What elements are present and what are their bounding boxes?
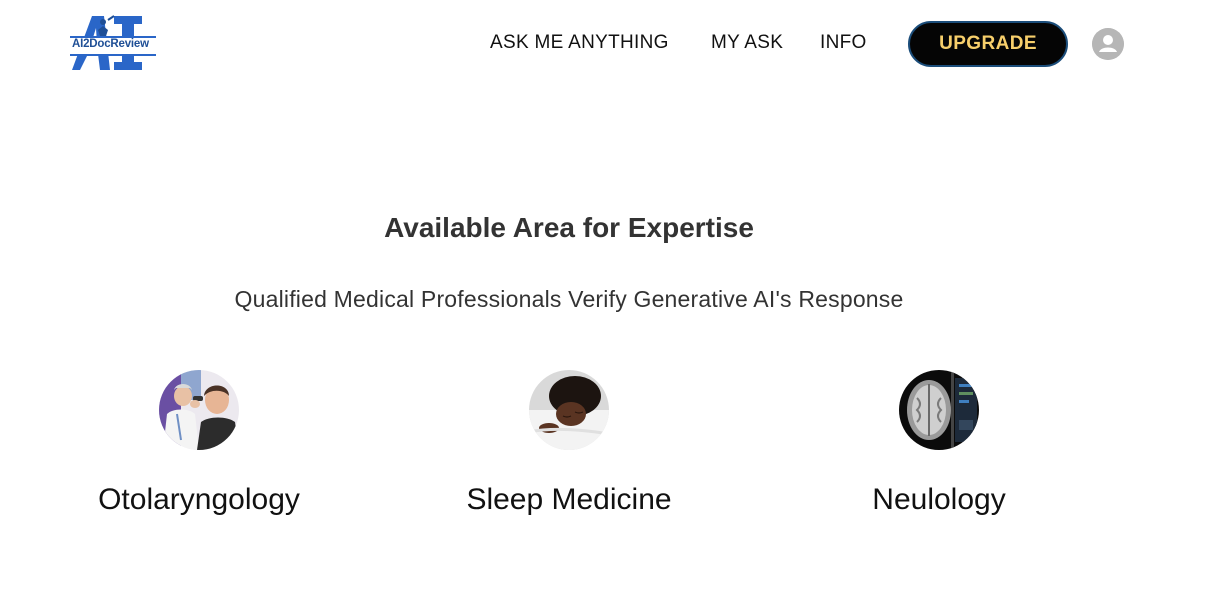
top-header: AI2DocReview ASK ME ANYTHING MY ASK INFO… [0,0,1205,88]
nav-info[interactable]: INFO [820,32,867,54]
nav-ask-me-anything[interactable]: ASK ME ANYTHING [490,32,669,54]
area-sleep-medicine[interactable]: Sleep Medicine [419,370,719,517]
user-icon [1092,28,1124,60]
site-logo[interactable]: AI2DocReview [70,14,160,72]
neulology-image [899,370,979,450]
area-label: Sleep Medicine [466,483,672,516]
otolaryngology-image [159,370,239,450]
area-neulology[interactable]: Neulology [789,370,1089,517]
sleep-medicine-image [529,370,609,450]
page-title: Available Area for Expertise [384,212,754,243]
nav-my-ask[interactable]: MY ASK [711,32,783,54]
page-subtitle: Qualified Medical Professionals Verify G… [234,286,904,312]
upgrade-button[interactable]: UPGRADE [908,21,1068,67]
logo-text: AI2DocReview [72,38,149,50]
user-avatar[interactable] [1092,28,1124,60]
area-label: Neulology [872,483,1006,516]
area-label: Otolaryngology [98,483,300,516]
area-otolaryngology[interactable]: Otolaryngology [49,370,349,517]
